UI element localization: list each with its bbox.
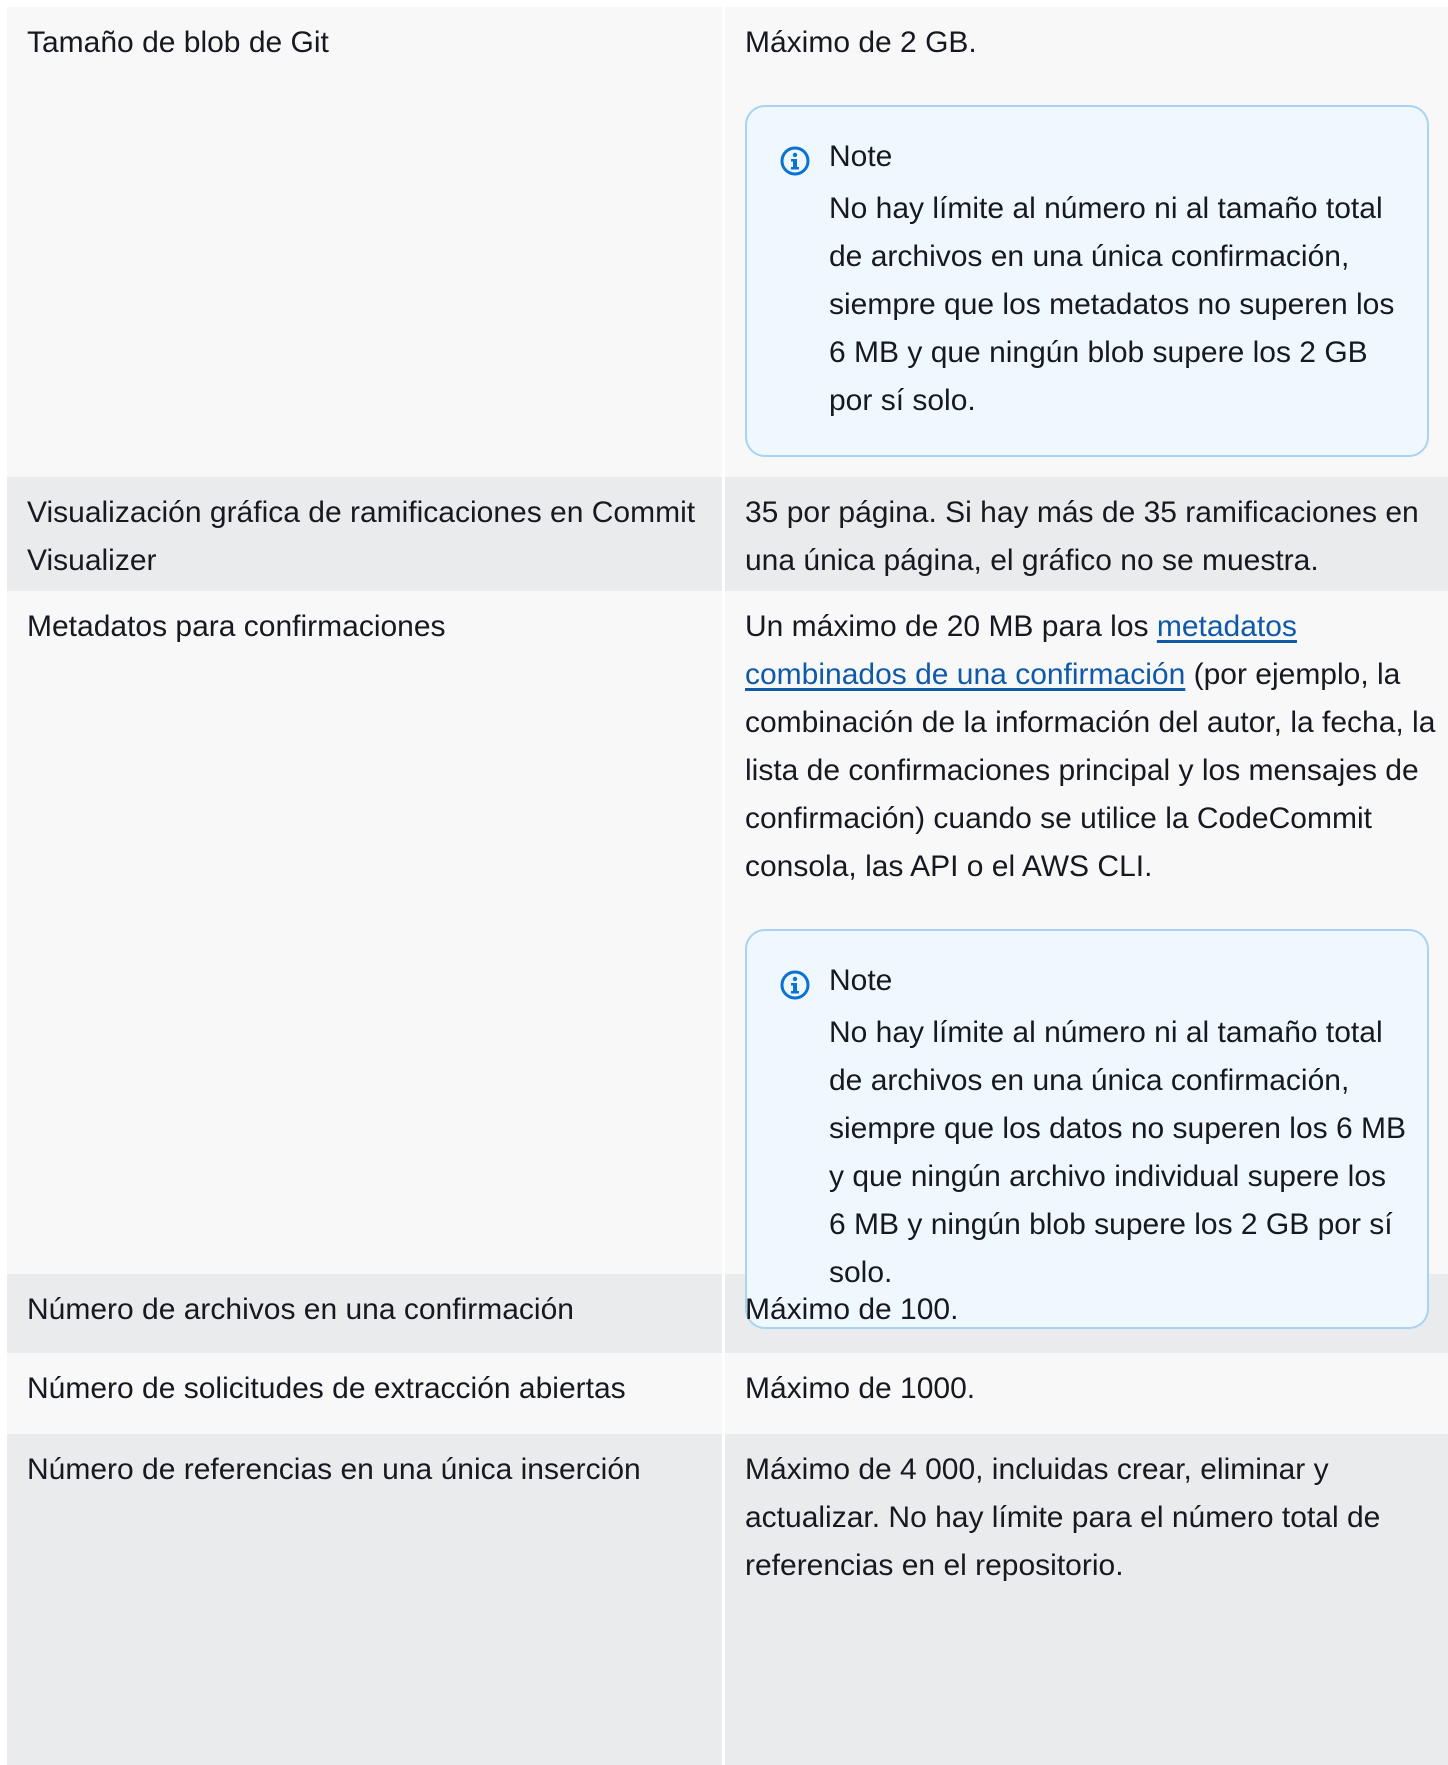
limits-table: Tamaño de blob de Git Máximo de 2 GB. No… bbox=[7, 7, 1448, 1765]
limit-value: Un máximo de 20 MB para los metadatos co… bbox=[725, 591, 1448, 1329]
limit-value: Máximo de 100. bbox=[725, 1274, 1448, 1353]
table-row: Número de referencias en una única inser… bbox=[7, 1434, 1448, 1765]
note-box: Note No hay límite al número ni al tamañ… bbox=[745, 929, 1429, 1329]
table-row: Visualización gráfica de ramificaciones … bbox=[7, 477, 1448, 591]
table-row: Número de archivos en una confirmación M… bbox=[7, 1274, 1448, 1353]
limit-value-text: Un máximo de 20 MB para los metadatos co… bbox=[745, 603, 1444, 891]
limit-value-text-after: (por ejemplo, la combinación de la infor… bbox=[745, 658, 1436, 883]
info-circle-icon bbox=[780, 970, 810, 1000]
limit-name: Número de archivos en una confirmación bbox=[7, 1274, 725, 1353]
limit-value-text: Máximo de 2 GB. bbox=[745, 26, 977, 59]
note-title: Note bbox=[829, 140, 893, 173]
limit-name: Tamaño de blob de Git bbox=[7, 7, 725, 477]
note-text: No hay límite al número ni al tamaño tot… bbox=[829, 1016, 1406, 1289]
limit-value-text: Máximo de 1000. bbox=[745, 1372, 976, 1405]
limit-value: Máximo de 2 GB. Note No hay límite al nú… bbox=[725, 7, 1448, 477]
table-row: Metadatos para confirmaciones Un máximo … bbox=[7, 591, 1448, 1329]
note-title: Note bbox=[829, 964, 893, 997]
limit-name: Metadatos para confirmaciones bbox=[7, 591, 725, 1274]
note-text: No hay límite al número ni al tamaño tot… bbox=[829, 192, 1395, 417]
limit-value-text: 35 por página. Si hay más de 35 ramifica… bbox=[745, 496, 1419, 577]
note-box: Note No hay límite al número ni al tamañ… bbox=[745, 105, 1429, 457]
note-body: Note No hay límite al número ni al tamañ… bbox=[829, 137, 1407, 425]
table-row: Tamaño de blob de Git Máximo de 2 GB. No… bbox=[7, 7, 1448, 477]
limit-name: Visualización gráfica de ramificaciones … bbox=[7, 477, 725, 591]
table-row: Número de solicitudes de extracción abie… bbox=[7, 1353, 1448, 1434]
limit-value-text-before: Un máximo de 20 MB para los bbox=[745, 610, 1157, 643]
limit-value: Máximo de 4 000, incluidas crear, elimin… bbox=[725, 1434, 1448, 1765]
limit-value-text: Máximo de 4 000, incluidas crear, elimin… bbox=[745, 1453, 1381, 1582]
limit-name: Número de solicitudes de extracción abie… bbox=[7, 1353, 725, 1434]
info-circle-icon bbox=[780, 146, 810, 176]
limit-name: Número de referencias en una única inser… bbox=[7, 1434, 725, 1765]
limit-value-text: Máximo de 100. bbox=[745, 1293, 959, 1326]
limit-value: Máximo de 1000. bbox=[725, 1353, 1448, 1434]
limit-value: 35 por página. Si hay más de 35 ramifica… bbox=[725, 477, 1448, 591]
note-body: Note No hay límite al número ni al tamañ… bbox=[829, 961, 1407, 1297]
